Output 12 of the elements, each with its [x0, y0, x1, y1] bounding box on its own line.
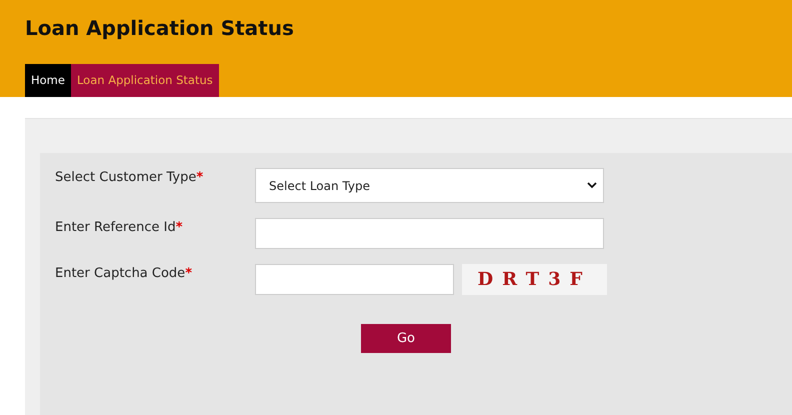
- go-button[interactable]: Go: [361, 324, 451, 353]
- nav-tab[interactable]: Home: [25, 64, 71, 97]
- chevron-down-icon: [587, 182, 597, 189]
- reference-id-field[interactable]: [255, 218, 604, 249]
- nav-tab[interactable]: Loan Application Status: [70, 64, 219, 97]
- field-label: Enter Reference Id*: [55, 219, 184, 235]
- field-label: Select Customer Type*: [55, 169, 204, 185]
- captcha-field[interactable]: [255, 264, 454, 295]
- field-label: Enter Captcha Code*: [55, 265, 193, 281]
- captcha-image: DRT3F: [462, 264, 607, 295]
- customer-type-select[interactable]: Select Loan Type: [255, 168, 604, 203]
- page-title: Loan Application Status: [25, 16, 295, 40]
